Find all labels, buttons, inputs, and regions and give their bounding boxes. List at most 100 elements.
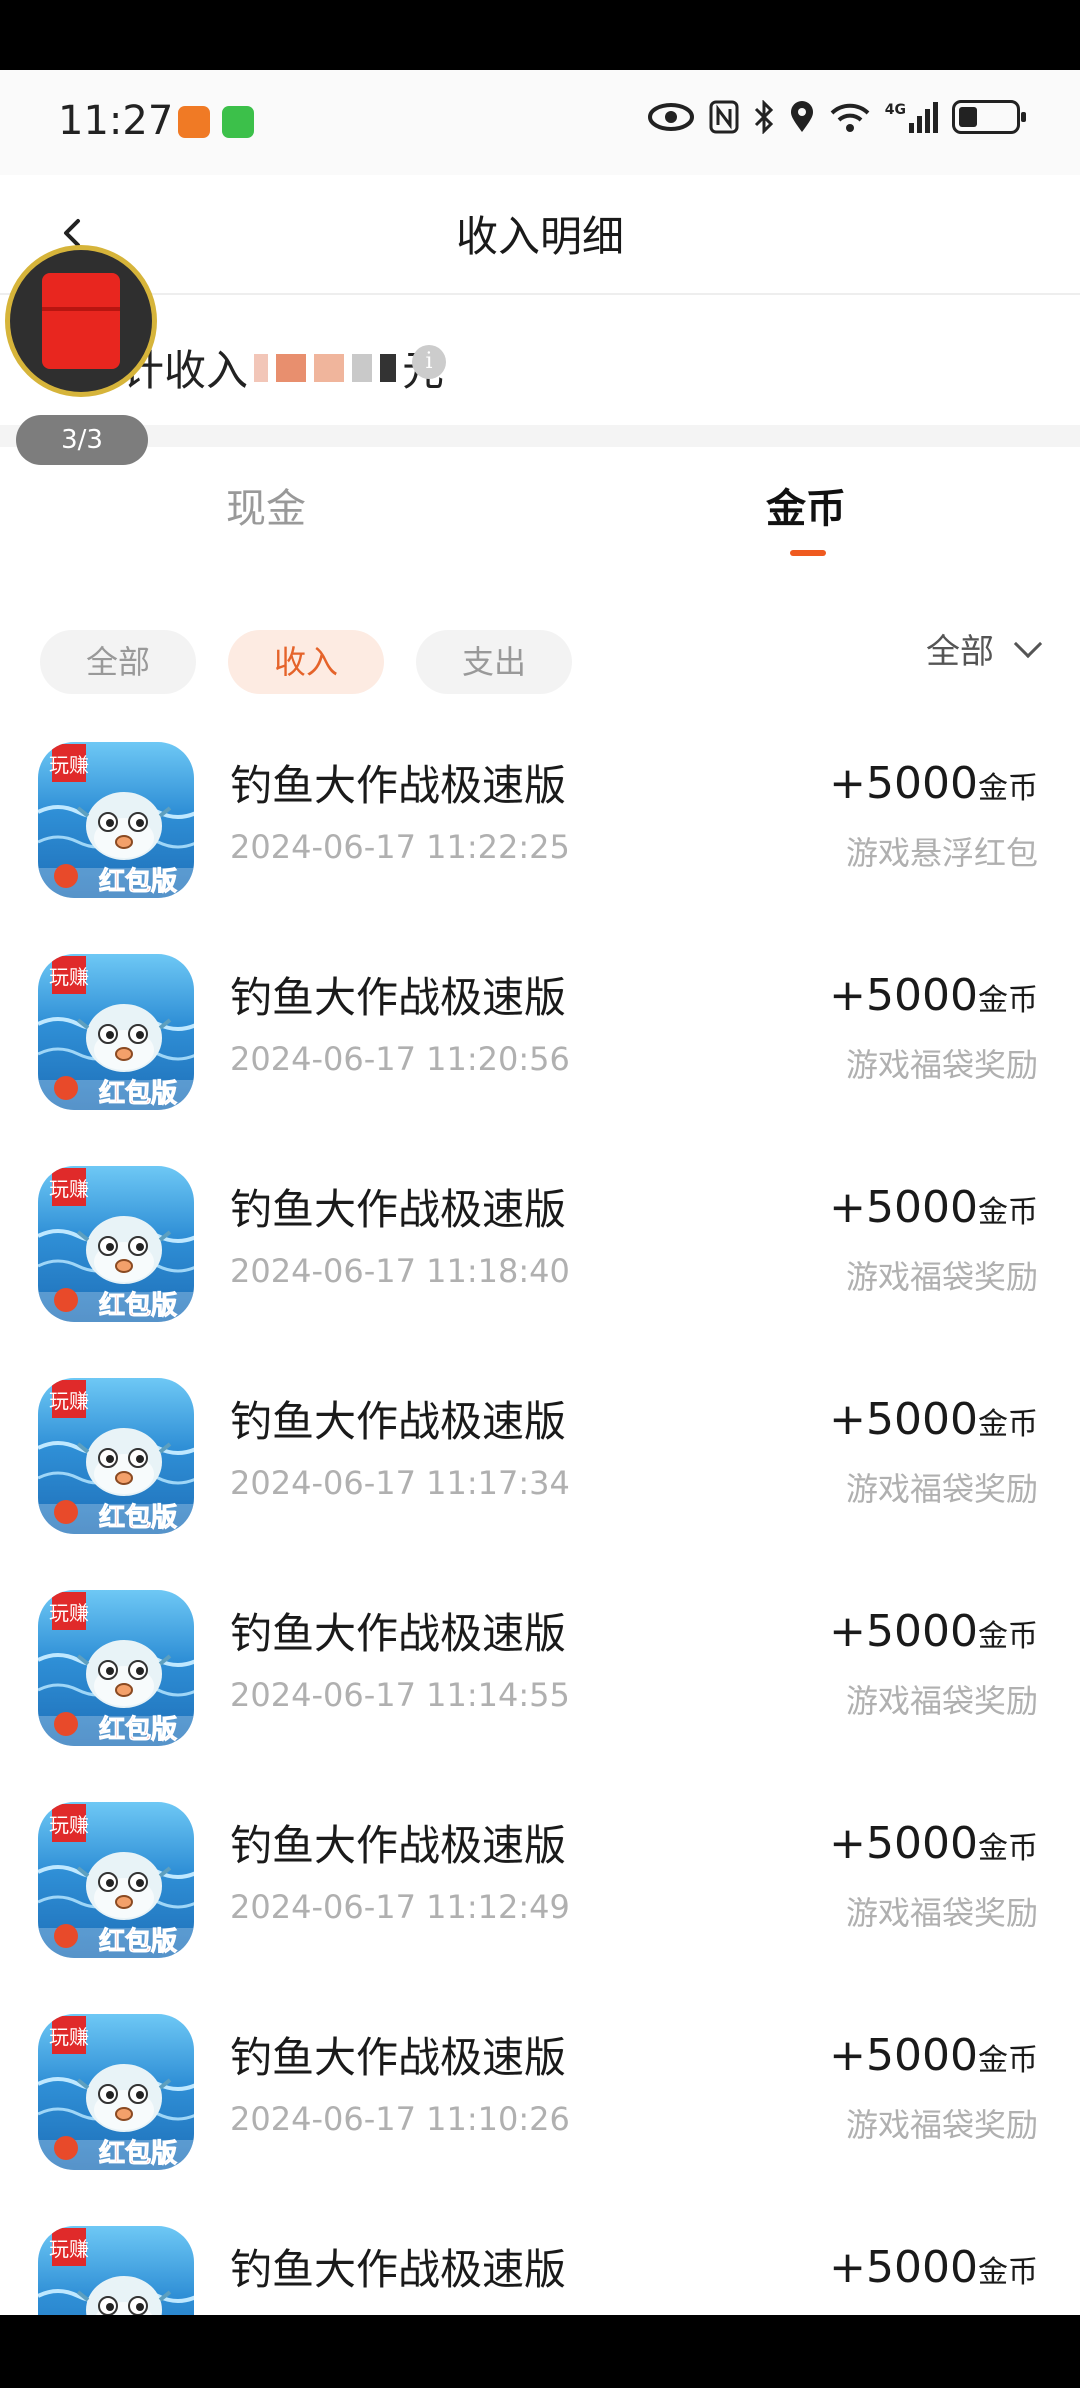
transaction-title: 钓鱼大作战极速版 bbox=[230, 2033, 567, 2082]
transaction-time: 2024-06-17 11:17:34 bbox=[230, 1464, 570, 1502]
fishing-game-app-icon: 玩赚 红包版 bbox=[38, 1166, 194, 1322]
amount-value: +5000 bbox=[829, 970, 978, 1021]
screen: 11:27 4G 收入明细 累计收入 i 3/3 现金 金币 全部 收入 支出 … bbox=[0, 70, 1080, 2315]
amount-unit: 金币 bbox=[978, 1831, 1038, 1866]
app-badge-label: 玩赚 bbox=[49, 1813, 89, 1837]
transaction-title: 钓鱼大作战极速版 bbox=[230, 761, 567, 810]
transaction-title: 钓鱼大作战极速版 bbox=[230, 1821, 567, 1870]
amount-unit: 金币 bbox=[978, 771, 1038, 806]
status-right-icons: 4G bbox=[647, 100, 1026, 134]
scope-dropdown-value: 全部 bbox=[926, 632, 994, 672]
filter-bar: 全部 收入 支出 全部 bbox=[0, 590, 1080, 710]
status-time: 11:27 bbox=[58, 98, 174, 144]
page-title: 收入明细 bbox=[455, 212, 624, 261]
amount-value: +5000 bbox=[829, 2242, 978, 2293]
masked-amount bbox=[254, 353, 397, 382]
wifi-icon bbox=[830, 103, 870, 132]
network-type-label: 4G bbox=[884, 101, 906, 118]
floating-red-envelope-button[interactable] bbox=[5, 245, 157, 397]
filter-chip-expense[interactable]: 支出 bbox=[416, 630, 572, 694]
transaction-time: 2024-06-17 11:14:55 bbox=[230, 1676, 570, 1714]
shopping-app-icon bbox=[178, 106, 210, 138]
active-tab-indicator bbox=[790, 550, 826, 556]
scope-dropdown[interactable]: 全部 bbox=[926, 624, 1043, 673]
fishing-game-app-icon: 玩赚 红包版 bbox=[38, 1590, 194, 1746]
bluetooth-icon bbox=[754, 100, 773, 134]
amount-value: +5000 bbox=[829, 1818, 978, 1869]
transaction-title: 钓鱼大作战极速版 bbox=[230, 1609, 567, 1658]
fishing-game-app-icon: 玩赚 红包版 bbox=[38, 2014, 194, 2170]
amount-value: +5000 bbox=[829, 1606, 978, 1657]
cellular-signal-icon: 4G bbox=[884, 101, 938, 133]
app-badge-label: 玩赚 bbox=[49, 965, 89, 989]
transaction-row[interactable]: 玩赚 红包版 钓鱼大作战极速版 2024-06-17 11:14:55 +500… bbox=[0, 1558, 1080, 1770]
transaction-time: 2024-06-17 11:20:56 bbox=[230, 1040, 570, 1078]
info-icon[interactable]: i bbox=[412, 345, 446, 379]
chevron-down-icon bbox=[1013, 629, 1043, 658]
notification-icons bbox=[178, 106, 254, 138]
transaction-row[interactable]: 玩赚 红包版 钓鱼大作战极速版 2024-06-17 11:12:49 +500… bbox=[0, 1770, 1080, 1982]
app-edition-label: 红包版 bbox=[99, 2138, 177, 2169]
amount-unit: 金币 bbox=[978, 983, 1038, 1018]
status-bar: 11:27 4G bbox=[0, 70, 1080, 175]
section-divider bbox=[0, 425, 1080, 447]
wechat-icon bbox=[222, 106, 254, 138]
red-envelope-icon bbox=[42, 273, 120, 369]
transaction-amount: +5000金币 bbox=[829, 970, 1038, 1021]
transaction-time: 2024-06-17 11:12:49 bbox=[230, 1888, 570, 1926]
filter-chip-income[interactable]: 收入 bbox=[228, 630, 384, 694]
transaction-row[interactable]: 玩赚 红包版 钓鱼大作战极速版 2024-06-17 11:18:40 +500… bbox=[0, 1134, 1080, 1346]
app-badge-label: 玩赚 bbox=[49, 1177, 89, 1201]
fishing-game-app-icon: 玩赚 红包版 bbox=[38, 1378, 194, 1534]
transaction-row[interactable]: 玩赚 红包版 钓鱼大作战极速版 2024-06-17 11:17:34 +500… bbox=[0, 1346, 1080, 1558]
transaction-row[interactable]: 玩赚 红包版 钓鱼大作战极速版 2024-06-17 11:22:25 +500… bbox=[0, 710, 1080, 922]
transaction-title: 钓鱼大作战极速版 bbox=[230, 973, 567, 1022]
transaction-source: 游戏福袋奖励 bbox=[845, 1258, 1038, 1296]
amount-unit: 金币 bbox=[978, 2255, 1038, 2290]
amount-value: +5000 bbox=[829, 2030, 978, 2081]
amount-value: +5000 bbox=[829, 1394, 978, 1445]
app-edition-label: 红包版 bbox=[99, 1714, 177, 1745]
tab-coins[interactable]: 金币 bbox=[766, 476, 846, 534]
transaction-amount: +5000金币 bbox=[829, 1818, 1038, 1869]
amount-value: +5000 bbox=[829, 758, 978, 809]
amount-unit: 金币 bbox=[978, 2043, 1038, 2078]
battery-icon bbox=[952, 100, 1026, 134]
app-badge-label: 玩赚 bbox=[49, 1601, 89, 1625]
transaction-source: 游戏福袋奖励 bbox=[845, 1046, 1038, 1084]
app-edition-label: 红包版 bbox=[99, 866, 177, 897]
amount-unit: 金币 bbox=[978, 1407, 1038, 1442]
amount-unit: 金币 bbox=[978, 1619, 1038, 1654]
transaction-source: 游戏福袋奖励 bbox=[845, 2106, 1038, 2144]
transaction-source: 游戏福袋奖励 bbox=[845, 1470, 1038, 1508]
page-indicator: 3/3 bbox=[16, 415, 148, 465]
fishing-game-app-icon: 玩赚 红包版 bbox=[38, 954, 194, 1110]
location-icon bbox=[790, 101, 813, 132]
app-edition-label: 红包版 bbox=[99, 1502, 177, 1533]
app-edition-label: 红包版 bbox=[99, 1078, 177, 1109]
app-badge-label: 玩赚 bbox=[49, 753, 89, 777]
transaction-row[interactable]: 玩赚 红包版 钓鱼大作战极速版 2024-06-17 11:10:26 +500… bbox=[0, 1982, 1080, 2194]
transaction-list: 玩赚 红包版 钓鱼大作战极速版 2024-06-17 11:22:25 +500… bbox=[0, 710, 1080, 2315]
transaction-source: 游戏悬浮红包 bbox=[845, 834, 1038, 872]
tab-cash[interactable]: 现金 bbox=[226, 476, 306, 534]
amount-value: +5000 bbox=[829, 1182, 978, 1233]
eye-icon bbox=[647, 103, 694, 131]
transaction-amount: +5000金币 bbox=[829, 1606, 1038, 1657]
app-edition-label: 红包版 bbox=[99, 1926, 177, 1957]
currency-tabs: 现金 金币 bbox=[0, 450, 1080, 590]
app-badge-label: 玩赚 bbox=[49, 2025, 89, 2049]
transaction-source: 游戏宝箱奖励 bbox=[846, 2312, 1038, 2315]
filter-chip-all[interactable]: 全部 bbox=[40, 630, 196, 694]
nfc-icon bbox=[709, 100, 739, 134]
transaction-row[interactable]: 玩赚 红包版 钓鱼大作战极速版 2024-06-17 11:20:56 +500… bbox=[0, 922, 1080, 1134]
transaction-amount: +5000金币 bbox=[829, 2242, 1038, 2293]
transaction-time: 2024-06-17 11:22:25 bbox=[230, 828, 570, 866]
transaction-amount: +5000金币 bbox=[829, 2030, 1038, 2081]
transaction-amount: +5000金币 bbox=[829, 758, 1038, 809]
transaction-source: 游戏福袋奖励 bbox=[845, 1682, 1038, 1720]
app-badge-label: 玩赚 bbox=[49, 2237, 89, 2261]
transaction-row[interactable]: 玩赚 红包版 钓鱼大作战极速版 2024-06-17 11:09:08 +500… bbox=[0, 2194, 1080, 2315]
transaction-title: 钓鱼大作战极速版 bbox=[230, 1397, 567, 1446]
transaction-time: 2024-06-17 11:10:26 bbox=[230, 2100, 570, 2138]
